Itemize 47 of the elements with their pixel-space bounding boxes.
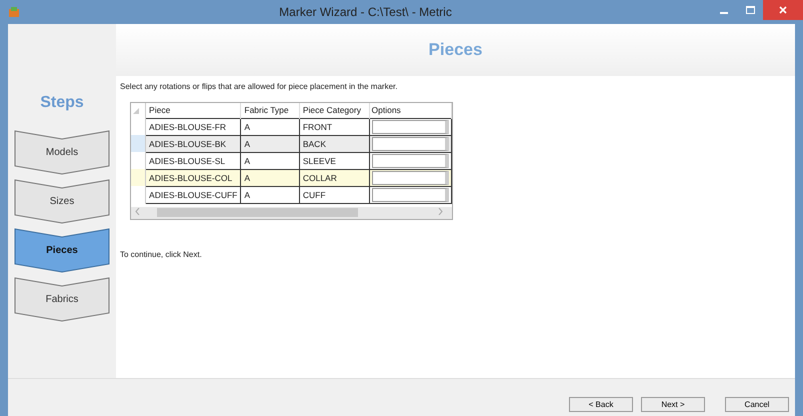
table-cell: A <box>240 118 300 135</box>
row-header[interactable] <box>131 152 146 169</box>
scroll-thumb[interactable] <box>157 208 358 217</box>
row-header[interactable] <box>131 135 146 152</box>
steps-title: Steps <box>40 94 84 112</box>
row-header[interactable] <box>131 118 146 135</box>
step-button[interactable]: Sizes <box>14 179 110 224</box>
page-title: Pieces <box>428 40 482 60</box>
table-cell: ADIES-BLOUSE-SL <box>146 152 241 169</box>
table-cell: CUFF <box>299 186 369 203</box>
cancel-button[interactable]: Cancel <box>725 397 789 412</box>
table-cell: BACK <box>299 135 369 152</box>
next-button[interactable]: Next > <box>641 397 705 412</box>
options-field[interactable] <box>372 136 449 150</box>
hint-text: To continue, click Next. <box>120 250 203 258</box>
table-cell: A <box>240 135 300 152</box>
column-header[interactable]: Piece Category <box>299 103 369 118</box>
options-field[interactable] <box>372 154 449 168</box>
row-header[interactable] <box>131 169 146 186</box>
close-button[interactable] <box>763 0 803 20</box>
maximize-icon <box>746 6 754 14</box>
table-cell: ADIES-BLOUSE-COL <box>146 169 241 186</box>
close-icon <box>779 6 787 14</box>
table-cell: COLLAR <box>299 169 369 186</box>
options-field[interactable] <box>372 170 449 184</box>
step-button[interactable]: Pieces <box>14 228 110 273</box>
column-header[interactable]: Options <box>369 103 452 118</box>
app-icon <box>8 6 20 18</box>
column-header[interactable]: Piece <box>146 103 241 118</box>
table-cell: A <box>240 186 300 203</box>
table-cell: FRONT <box>299 118 369 135</box>
step-button[interactable]: Fabrics <box>14 277 110 322</box>
table-cell: ADIES-BLOUSE-FR <box>146 118 241 135</box>
horizontal-scrollbar[interactable] <box>131 206 452 218</box>
column-header[interactable]: Fabric Type <box>240 103 300 118</box>
instruction-text: Select any rotations or flips that are allowed for piece placement in the marker. <box>120 82 398 91</box>
table-cell: SLEEVE <box>299 152 369 169</box>
options-field[interactable] <box>372 120 449 134</box>
table-cell: ADIES-BLOUSE-CUFF <box>146 186 241 203</box>
row-header[interactable] <box>131 186 146 203</box>
table-cell: ADIES-BLOUSE-BK <box>146 135 241 152</box>
table-cell: A <box>240 152 300 169</box>
table-cell: A <box>240 169 300 186</box>
options-field[interactable] <box>372 188 449 202</box>
window-title: Marker Wizard - C:\Test\ - Metric <box>278 5 453 19</box>
step-button[interactable]: Models <box>14 130 110 175</box>
back-button[interactable]: < Back <box>569 397 633 412</box>
